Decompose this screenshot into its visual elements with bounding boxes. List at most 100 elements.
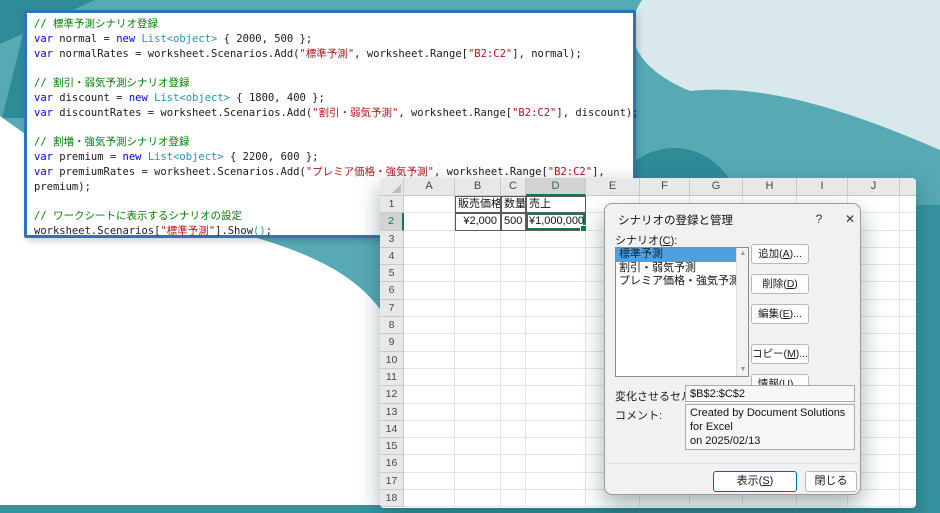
row-header-7[interactable]: 7 [380, 300, 404, 317]
cell-B2[interactable]: ¥2,000 [455, 213, 501, 230]
column-header-F[interactable]: F [640, 178, 690, 196]
row-header-3[interactable]: 3 [380, 231, 404, 248]
cell-C13[interactable] [501, 404, 526, 421]
close-icon[interactable]: ✕ [841, 210, 859, 228]
cell-A16[interactable] [404, 455, 455, 472]
cell-D5[interactable] [526, 265, 586, 282]
column-header-I[interactable]: I [797, 178, 848, 196]
cell-D13[interactable] [526, 404, 586, 421]
row-header-6[interactable]: 6 [380, 282, 404, 299]
cell-A9[interactable] [404, 334, 455, 351]
row-header-4[interactable]: 4 [380, 248, 404, 265]
row-header-8[interactable]: 8 [380, 317, 404, 334]
column-header-A[interactable]: A [404, 178, 455, 196]
cell-B4[interactable] [455, 248, 501, 265]
scrollbar-up-icon[interactable]: ▲ [737, 248, 749, 260]
cell-B5[interactable] [455, 265, 501, 282]
cell-C10[interactable] [501, 352, 526, 369]
cell-C4[interactable] [501, 248, 526, 265]
column-header-D[interactable]: D [526, 178, 586, 196]
column-header-C[interactable]: C [501, 178, 526, 196]
cell-C16[interactable] [501, 455, 526, 472]
column-header-E[interactable]: E [586, 178, 640, 196]
row-header-13[interactable]: 13 [380, 404, 404, 421]
cell-B1[interactable]: 販売価格 [455, 196, 501, 213]
row-header-10[interactable]: 10 [380, 352, 404, 369]
help-icon[interactable]: ? [810, 210, 828, 228]
add-button[interactable]: 追加(A)... [751, 244, 809, 264]
cell-A13[interactable] [404, 404, 455, 421]
cell-C15[interactable] [501, 438, 526, 455]
scenario-list-item[interactable]: 標準予測 [616, 248, 748, 262]
cell-C18[interactable] [501, 490, 526, 507]
cell-A10[interactable] [404, 352, 455, 369]
cell-C8[interactable] [501, 317, 526, 334]
cell-D3[interactable] [526, 231, 586, 248]
cell-C17[interactable] [501, 473, 526, 490]
scrollbar-down-icon[interactable]: ▼ [737, 364, 749, 376]
comment-field[interactable]: Created by Document Solutions for Excel … [685, 404, 855, 450]
column-header-J[interactable]: J [848, 178, 900, 196]
row-header-17[interactable]: 17 [380, 473, 404, 490]
close-button[interactable]: 閉じる [805, 471, 857, 492]
cell-D6[interactable] [526, 282, 586, 299]
cell-B17[interactable] [455, 473, 501, 490]
cell-B16[interactable] [455, 455, 501, 472]
cell-B18[interactable] [455, 490, 501, 507]
cell-D17[interactable] [526, 473, 586, 490]
column-header-B[interactable]: B [455, 178, 501, 196]
cell-B14[interactable] [455, 421, 501, 438]
cell-B9[interactable] [455, 334, 501, 351]
cell-B8[interactable] [455, 317, 501, 334]
row-header-5[interactable]: 5 [380, 265, 404, 282]
cell-C11[interactable] [501, 369, 526, 386]
cell-D2[interactable]: ¥1,000,000 [526, 213, 586, 230]
cell-A15[interactable] [404, 438, 455, 455]
cell-A8[interactable] [404, 317, 455, 334]
cell-D8[interactable] [526, 317, 586, 334]
changing-cells-field[interactable]: $B$2:$C$2 [685, 385, 855, 402]
delete-button[interactable]: 削除(D) [751, 274, 809, 294]
cell-C3[interactable] [501, 231, 526, 248]
cell-C7[interactable] [501, 300, 526, 317]
column-header-G[interactable]: G [690, 178, 743, 196]
row-header-2[interactable]: 2 [380, 213, 404, 230]
cell-A7[interactable] [404, 300, 455, 317]
row-header-14[interactable]: 14 [380, 421, 404, 438]
cell-B6[interactable] [455, 282, 501, 299]
cell-A12[interactable] [404, 386, 455, 403]
copy-button[interactable]: コピー(M)... [751, 344, 809, 364]
row-header-1[interactable]: 1 [380, 196, 404, 213]
cell-B7[interactable] [455, 300, 501, 317]
column-header-H[interactable]: H [743, 178, 797, 196]
cell-C9[interactable] [501, 334, 526, 351]
cell-C2[interactable]: 500 [501, 213, 526, 230]
row-header-12[interactable]: 12 [380, 386, 404, 403]
cell-D10[interactable] [526, 352, 586, 369]
cell-B13[interactable] [455, 404, 501, 421]
row-header-15[interactable]: 15 [380, 438, 404, 455]
cell-A2[interactable] [404, 213, 455, 230]
cell-B15[interactable] [455, 438, 501, 455]
cell-C14[interactable] [501, 421, 526, 438]
cell-A6[interactable] [404, 282, 455, 299]
cell-A11[interactable] [404, 369, 455, 386]
scenario-list-item[interactable]: 割引・弱気予測 [616, 262, 748, 276]
cell-D11[interactable] [526, 369, 586, 386]
scenario-list-item[interactable]: プレミア価格・強気予測 [616, 275, 748, 289]
cell-D16[interactable] [526, 455, 586, 472]
cell-A14[interactable] [404, 421, 455, 438]
row-header-11[interactable]: 11 [380, 369, 404, 386]
cell-D14[interactable] [526, 421, 586, 438]
cell-A3[interactable] [404, 231, 455, 248]
cell-D7[interactable] [526, 300, 586, 317]
cell-C6[interactable] [501, 282, 526, 299]
cell-B11[interactable] [455, 369, 501, 386]
cell-D12[interactable] [526, 386, 586, 403]
cell-A17[interactable] [404, 473, 455, 490]
row-header-18[interactable]: 18 [380, 490, 404, 507]
cell-A1[interactable] [404, 196, 455, 213]
cell-D18[interactable] [526, 490, 586, 507]
cell-C5[interactable] [501, 265, 526, 282]
cell-B3[interactable] [455, 231, 501, 248]
